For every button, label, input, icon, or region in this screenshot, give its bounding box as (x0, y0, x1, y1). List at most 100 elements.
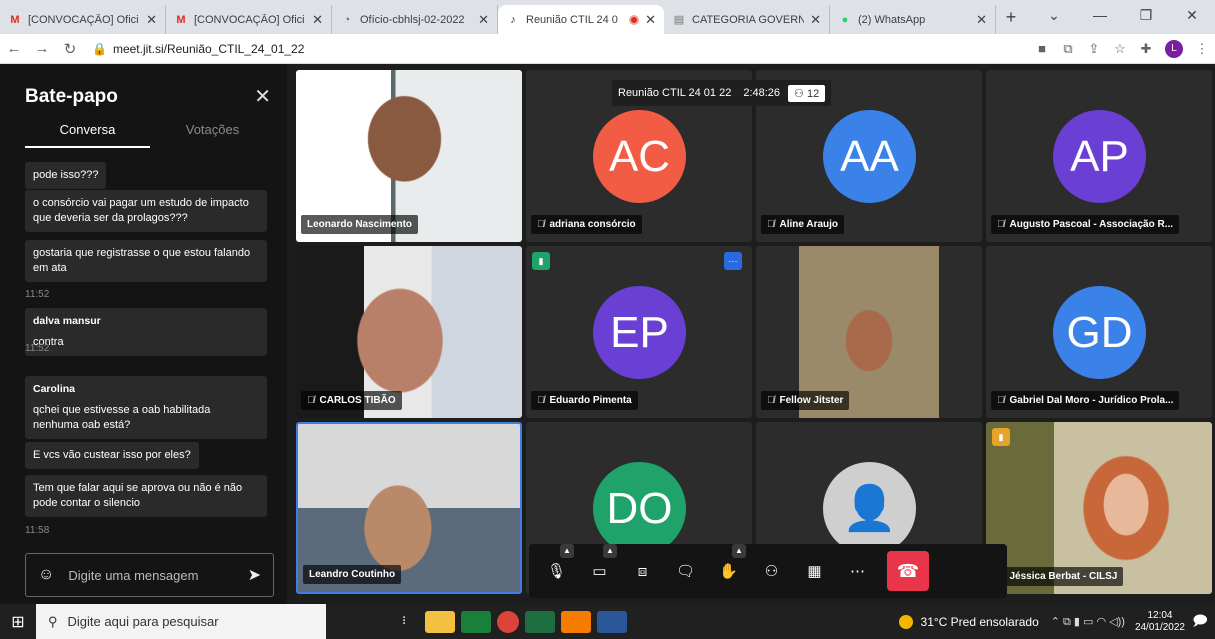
task-view-icon[interactable]: ⫶ (389, 611, 419, 633)
generic-app-icon[interactable] (561, 610, 591, 633)
participant-name-label: 🎙̸ Gabriel Dal Moro - Jurídico Prola... (991, 391, 1180, 410)
browser-tab[interactable]: M [CONVOCAÇÃO] Ofici ✕ (0, 5, 166, 34)
clock[interactable]: 12:04 24/01/2022 (1135, 610, 1185, 634)
browser-tab[interactable]: M [CONVOCAÇÃO] Ofici ✕ (166, 5, 332, 34)
forward-icon[interactable]: → (28, 40, 56, 57)
camera-button[interactable]: ▭ ▲ (578, 544, 621, 592)
close-tab-icon[interactable]: ✕ (976, 12, 987, 28)
participant-name: Eduardo Pimenta (549, 395, 632, 406)
browser-tab[interactable]: ▤ CATEGORIA GOVERNO ✕ (664, 5, 830, 34)
participant-name-label: 🎙̸ Aline Araujo (761, 215, 845, 234)
menu-kebab-icon[interactable]: ⋮ (1189, 41, 1215, 57)
search-icon: ⚲ (48, 613, 58, 629)
chat-button[interactable]: 🗨 (664, 550, 707, 592)
install-icon[interactable]: ⧉ (1055, 41, 1081, 57)
hangup-button[interactable]: ☎ (887, 551, 929, 591)
chrome-icon[interactable] (497, 610, 519, 633)
back-icon[interactable]: ← (0, 40, 28, 57)
grid-icon: ▦ (807, 563, 822, 580)
browser-tab[interactable]: ◔ Ofício-cbhlsj-02-2022 ✕ (332, 5, 498, 34)
phone-icon: ☎ (896, 560, 920, 581)
close-window-icon[interactable]: ✕ (1169, 0, 1215, 30)
maximize-icon[interactable]: ❐ (1123, 0, 1169, 30)
emoji-icon[interactable]: ☺ (38, 566, 54, 584)
excel-icon[interactable] (525, 610, 555, 633)
meeting-timer: 2:48:26 (743, 87, 781, 99)
people-icon: ⚇ (794, 87, 807, 100)
participant-tile[interactable]: 🎙̸ CARLOS TIBÃO (296, 246, 522, 418)
windows-start-icon[interactable]: ⊞ (0, 612, 36, 632)
close-tab-icon[interactable]: ✕ (312, 12, 323, 28)
tab-search-icon[interactable]: ⌄ (1031, 0, 1077, 30)
close-tab-icon[interactable]: ✕ (645, 12, 656, 28)
hand-icon: ✋ (719, 563, 738, 580)
tile-menu-icon[interactable]: ⋯ (724, 252, 742, 270)
participant-name: Augusto Pascoal - Associação R... (1009, 219, 1174, 230)
url-field[interactable]: 🔒 meet.jit.si/Reunião_CTIL_24_01_22 (92, 42, 1029, 56)
raise-hand-button[interactable]: ✋ ▲ (707, 544, 750, 592)
microphone-icon: 🎙 (546, 563, 567, 580)
camera-permission-icon[interactable]: ■ (1029, 41, 1055, 56)
participants-button[interactable]: ⚇ (750, 550, 793, 592)
screenshare-button[interactable]: ⧈ (621, 550, 664, 592)
message-text: contra (33, 336, 64, 348)
participant-avatar: EP (593, 286, 686, 379)
extensions-icon[interactable]: ✚ (1133, 41, 1159, 57)
message-input[interactable]: ☺ Digite uma mensagem ➤ (25, 553, 274, 597)
participant-tile[interactable]: AP 🎙̸ Augusto Pascoal - Associação R... (986, 70, 1212, 242)
participant-tile[interactable]: 🎙̸Jéssica Berbat - CILSJ ▮ (986, 422, 1212, 594)
participant-avatar: AC (593, 110, 686, 203)
participant-name: Fellow Jitster (779, 395, 844, 406)
word-icon[interactable] (597, 610, 627, 633)
muted-mic-icon: 🎙̸ (767, 395, 775, 406)
call-toolbar: 🎙 ▲ ▭ ▲ ⧈ 🗨 ✋ ▲ ⚇ ▦ ⋯ ☎ (529, 544, 1007, 598)
participant-tile[interactable]: GD 🎙̸ Gabriel Dal Moro - Jurídico Prola... (986, 246, 1212, 418)
tab-conversa[interactable]: Conversa (25, 122, 150, 137)
participant-avatar: DO (593, 462, 686, 555)
taskbar-search[interactable]: ⚲ Digite aqui para pesquisar (36, 604, 326, 639)
participant-tile[interactable]: EP 🎙̸ Eduardo Pimenta ▮ ⋯ (526, 246, 752, 418)
close-icon[interactable]: ✕ (254, 84, 271, 109)
reload-icon[interactable]: ↻ (56, 40, 84, 58)
muted-mic-icon: 🎙̸ (307, 395, 315, 406)
system-tray-icons[interactable]: ⌃ ⧉ ▮ ▭ ◠ ◁)) (1051, 615, 1125, 629)
profile-avatar[interactable]: L (1165, 39, 1183, 58)
whatsapp-icon: ● (841, 13, 849, 26)
chevron-up-icon[interactable]: ▲ (732, 544, 746, 558)
participant-count[interactable]: ⚇ 12 (788, 84, 826, 102)
chat-message: E vcs vão custear isso por eles? (25, 442, 199, 469)
send-icon[interactable]: ➤ (248, 565, 261, 585)
chevron-up-icon[interactable]: ▲ (560, 544, 574, 558)
connection-quality-icon[interactable]: ▮ (992, 428, 1010, 446)
tab-votacoes[interactable]: Votações (150, 122, 275, 137)
weather-widget[interactable]: 31°C Pred ensolarado (898, 614, 1039, 629)
connection-quality-icon[interactable]: ▮ (532, 252, 550, 270)
tile-view-button[interactable]: ▦ (793, 550, 836, 592)
microphone-button[interactable]: 🎙 ▲ (535, 544, 578, 592)
close-tab-icon[interactable]: ✕ (478, 12, 489, 28)
minimize-icon[interactable]: — (1077, 0, 1123, 30)
share-icon[interactable]: ⇪ (1081, 41, 1107, 57)
browser-tab[interactable]: ● (2) WhatsApp ✕ (830, 5, 996, 34)
participant-name: Jéssica Berbat - CILSJ (1009, 571, 1118, 582)
tab-title: [CONVOCAÇÃO] Ofici (28, 13, 139, 26)
close-tab-icon[interactable]: ✕ (146, 12, 157, 28)
browser-tab[interactable]: ♪ Reunião CTIL 24 0 ✕ (498, 5, 664, 34)
chat-message: o consórcio vai pagar um estudo de impac… (25, 190, 267, 232)
participant-name: Aline Araujo (779, 219, 839, 230)
more-button[interactable]: ⋯ (836, 550, 879, 592)
close-tab-icon[interactable]: ✕ (810, 12, 821, 28)
notification-icon[interactable]: 🗩 (1185, 610, 1215, 634)
chevron-up-icon[interactable]: ▲ (603, 544, 617, 558)
participant-tile[interactable]: Leandro Coutinho (296, 422, 522, 594)
file-explorer-icon[interactable] (425, 610, 455, 633)
participant-tile[interactable]: 🎙̸ Fellow Jitster (756, 246, 982, 418)
sheets-app-icon[interactable] (461, 610, 491, 633)
participant-name-label: 🎙̸ adriana consórcio (531, 215, 642, 234)
new-tab-icon[interactable]: + (996, 7, 1026, 28)
camera-icon: ▭ (592, 563, 607, 580)
message-text: o consórcio vai pagar um estudo de impac… (33, 197, 249, 224)
chat-message: pode isso??? (25, 162, 107, 189)
bookmark-star-icon[interactable]: ☆ (1107, 41, 1133, 57)
participant-name: Leonardo Nascimento (307, 219, 413, 230)
